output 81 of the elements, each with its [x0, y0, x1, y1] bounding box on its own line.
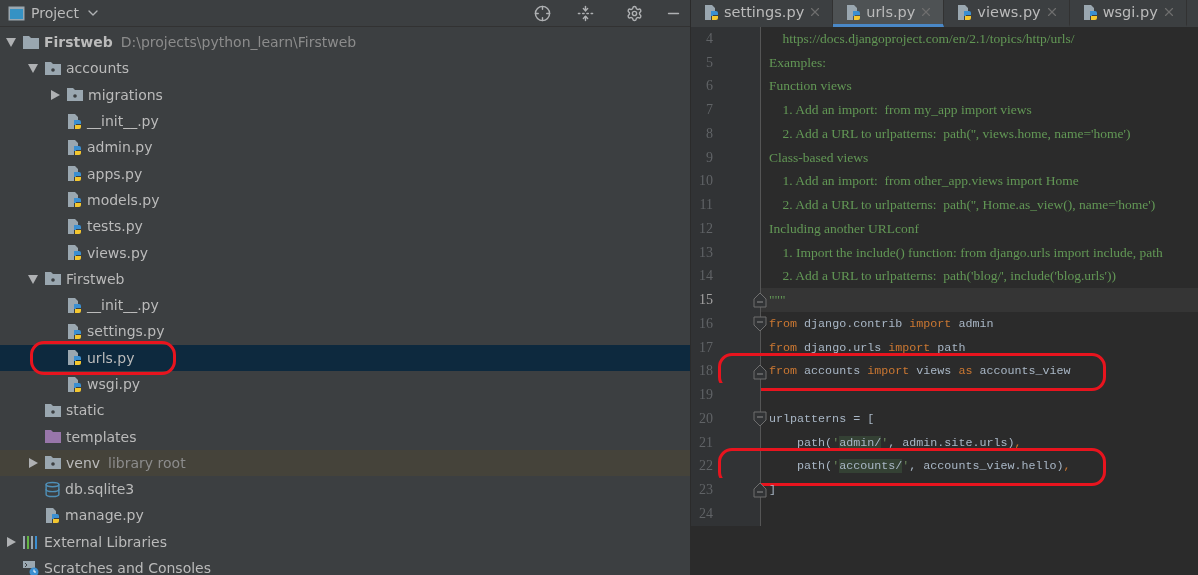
code-text: Function views: [768, 78, 852, 95]
python-file-icon: [845, 3, 863, 21]
expanded-arrow-icon[interactable]: [27, 272, 39, 285]
python-file-icon: [66, 296, 83, 314]
code-text: path('accounts/', accounts_view.hello),: [796, 459, 1071, 474]
expanded-arrow-icon[interactable]: [5, 36, 17, 49]
fold-marker-icon[interactable]: [753, 411, 767, 427]
path-hint: D:\projects\python_learn\Firstweb: [120, 34, 357, 51]
python-file-icon: [1081, 3, 1099, 21]
database-icon: [44, 480, 61, 498]
code-text: """: [768, 292, 786, 309]
tree-item-label: venv: [66, 454, 101, 471]
python-file-icon: [66, 244, 83, 261]
python-file-icon: [703, 3, 720, 21]
folder-icon: [22, 34, 40, 50]
tree-item-label: urls.py: [87, 349, 135, 366]
library-row-highlight[interactable]: venv library root: [0, 449, 690, 477]
code-text: from accounts import views as accounts_view: [768, 364, 1071, 379]
tree-item-label: Firstweb: [44, 34, 113, 51]
tree-item-label: External Libraries: [44, 533, 167, 550]
tree-item-label: tests.py: [87, 218, 143, 235]
python-file-icon: [66, 375, 83, 393]
tree-item-label: templates: [66, 428, 137, 445]
code-text: urlpatterns = [: [768, 411, 875, 426]
collapse-all-icon[interactable]: [577, 4, 594, 22]
code-text: 1. Add an import: from my_app import views: [781, 102, 1032, 119]
library-bars-icon: [22, 533, 40, 550]
code-text: Including another URLconf: [768, 220, 919, 237]
expanded-arrow-icon[interactable]: [27, 62, 39, 75]
code-text: from django.urls import path: [768, 340, 966, 355]
tree-item-label: admin.py: [87, 139, 153, 156]
tree-item-label: manage.py: [65, 507, 144, 524]
collapsed-arrow-icon[interactable]: [27, 456, 39, 469]
tree-item-label: wsgi.py: [87, 376, 141, 392]
tree-item-label: static: [66, 402, 105, 419]
tree-item-label: views.py: [87, 244, 149, 261]
code-text: Class-based views: [768, 149, 869, 166]
fold-marker-icon[interactable]: [753, 482, 767, 499]
tree-item-label: accounts: [66, 60, 130, 77]
python-file-icon: [44, 507, 61, 524]
tree-item-label: Scratches and Consoles: [44, 560, 211, 575]
tree-item-label: settings.py: [87, 323, 165, 340]
python-file-icon: [66, 322, 83, 340]
code-text: 2. Add a URL to urlpatterns: path('', views.home, name='home'): [781, 125, 1131, 142]
fold-marker-icon[interactable]: [753, 363, 767, 380]
code-text: 2. Add a URL to urlpatterns: path('blog/', include('blog.urls')): [781, 268, 1117, 285]
code-text: from django.contrib import admin: [768, 316, 994, 331]
code-text: path('admin/', admin.site.urls),: [796, 435, 1022, 450]
locate-crosshair-icon[interactable]: [534, 4, 551, 22]
fold-marker-icon[interactable]: [753, 292, 767, 309]
panel-title: Project: [31, 5, 79, 21]
python-file-icon: [66, 191, 83, 209]
project-window-icon: [8, 5, 25, 21]
tree-item-label: Firstweb: [66, 270, 125, 287]
tree-item-label: apps.py: [87, 165, 143, 182]
tree-item-label: db.sqlite3: [65, 481, 135, 498]
line-number: 15: [698, 292, 713, 309]
folder-icon: [44, 429, 62, 445]
tree-item-label: __init__.py: [87, 113, 159, 130]
code-text: 2. Add a URL to urlpatterns: path('', Home.as_view(), name='home'): [781, 197, 1156, 214]
python-file-icon: [66, 138, 83, 156]
selected-tree-row[interactable]: urls.py: [0, 344, 690, 371]
python-file-icon: [66, 112, 83, 130]
path-hint: library root: [108, 454, 186, 471]
code-text: 1. Import the include() function: from django.urls import include, path: [781, 244, 1163, 261]
python-file-icon: [66, 165, 83, 183]
python-file-icon: [66, 217, 83, 235]
code-text: 1. Add an import: from other_app.views import Home: [781, 173, 1079, 190]
python-file-icon: [66, 349, 83, 367]
tree-item-label: migrations: [88, 86, 163, 103]
tree-item-label: __init__.py: [87, 297, 159, 314]
fold-marker-icon[interactable]: [753, 316, 767, 332]
code-text: https://docs.djangoproject.com/en/2.1/topics/http/urls/: [781, 30, 1075, 47]
python-file-icon: [956, 3, 974, 21]
code-text: Examples:: [768, 54, 826, 71]
settings-icon[interactable]: [626, 4, 643, 22]
tree-item-label: models.py: [87, 191, 160, 208]
collapsed-arrow-icon[interactable]: [49, 88, 61, 101]
collapsed-arrow-icon[interactable]: [5, 535, 17, 548]
code-text: ]: [768, 483, 776, 498]
editor-tab[interactable]: urls.py: [833, 0, 945, 27]
